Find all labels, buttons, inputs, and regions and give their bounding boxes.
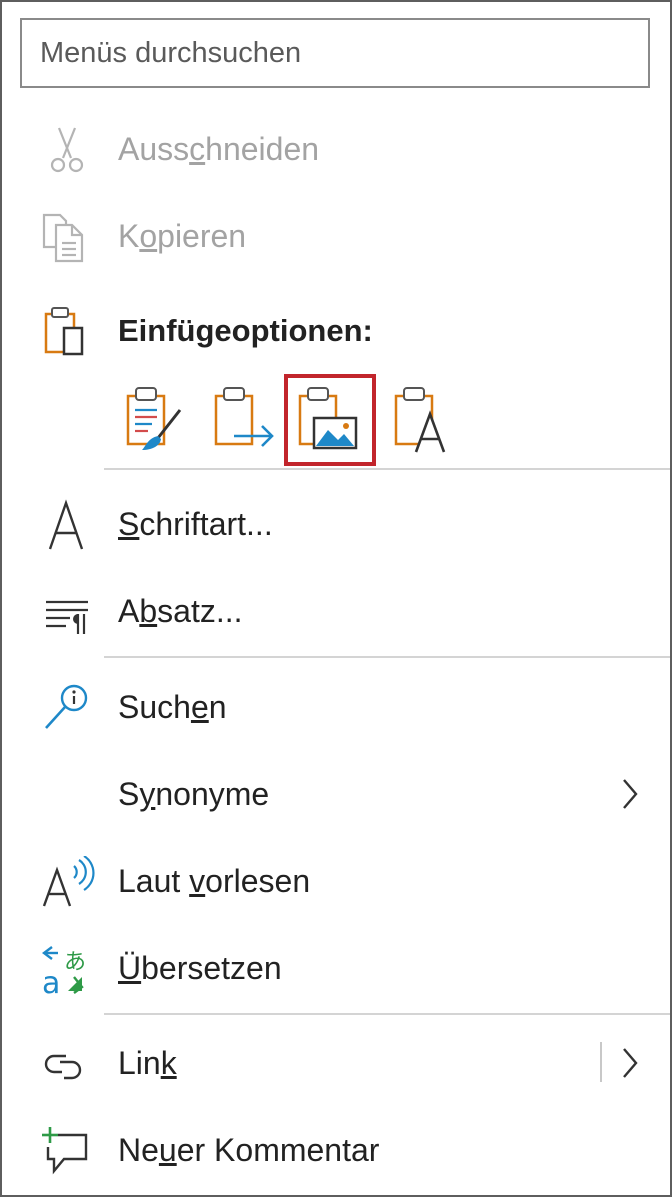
smart-lookup-icon (45, 684, 88, 729)
paragraph-icon (46, 600, 88, 634)
menu-item-new-comment[interactable]: Neuer Kommentar (2, 1115, 670, 1185)
clipboard-icon (44, 307, 84, 356)
paste-keep-source-formatting-button[interactable] (112, 374, 204, 466)
chevron-right-icon (623, 779, 638, 809)
menu-item-synonyms[interactable]: Synonyme (2, 759, 670, 829)
separator (104, 656, 670, 658)
paste-merge-formatting-button[interactable] (200, 374, 292, 466)
menu-item-label: Laut vorlesen (118, 863, 311, 899)
separator (104, 1013, 670, 1015)
paste-text-only-icon (394, 387, 446, 453)
menu-item-label: Kopieren (118, 218, 247, 254)
menu-item-translate[interactable]: a あ Übersetzen (2, 933, 670, 1003)
menu-item-paragraph[interactable]: Absatz... (2, 576, 670, 646)
context-menu: Ausschneiden Kopieren Einfügeoptionen: (0, 0, 672, 1197)
link-icon (44, 1054, 82, 1080)
menu-item-read-aloud[interactable]: Laut vorlesen (2, 846, 670, 916)
paste-text-only-button[interactable] (380, 374, 472, 466)
paste-picture-button[interactable] (284, 374, 376, 466)
paste-options-row (112, 374, 472, 466)
paste-keep-source-formatting-icon (126, 387, 182, 450)
menu-item-cut[interactable]: Ausschneiden (2, 114, 670, 184)
read-aloud-icon (42, 856, 95, 907)
chevron-right-icon[interactable] (620, 1047, 640, 1079)
menu-item-label: Suchen (118, 689, 227, 725)
new-comment-icon (42, 1127, 88, 1175)
paste-options-label: Einfügeoptionen: (118, 313, 373, 348)
svg-text:a: a (42, 966, 60, 995)
font-icon (48, 499, 84, 550)
menu-item-label: Ausschneiden (118, 131, 320, 167)
menu-item-copy[interactable]: Kopieren (2, 201, 670, 271)
scissors-icon (50, 127, 84, 173)
paste-merge-formatting-icon (214, 387, 274, 447)
menu-item-font[interactable]: Schriftart... (2, 489, 670, 559)
menu-item-label: Schriftart... (118, 506, 273, 542)
menu-item-label: Neuer Kommentar (118, 1132, 380, 1168)
menu-item-link[interactable]: Link (2, 1028, 670, 1098)
menu-item-smart-lookup[interactable]: Suchen (2, 672, 670, 742)
search-menus-input[interactable] (20, 18, 650, 88)
menu-item-label: Link (118, 1045, 177, 1081)
svg-text:あ: あ (64, 950, 86, 975)
menu-item-label: Absatz... (118, 593, 243, 629)
paste-picture-icon (298, 387, 358, 450)
translate-icon: a あ (42, 946, 86, 995)
copy-icon (42, 213, 84, 263)
submenu-divider (600, 1042, 602, 1082)
paste-options-header: Einfügeoptionen: (2, 296, 670, 366)
separator (104, 468, 670, 470)
menu-item-label: Synonyme (118, 776, 270, 812)
menu-item-label: Übersetzen (118, 950, 282, 986)
